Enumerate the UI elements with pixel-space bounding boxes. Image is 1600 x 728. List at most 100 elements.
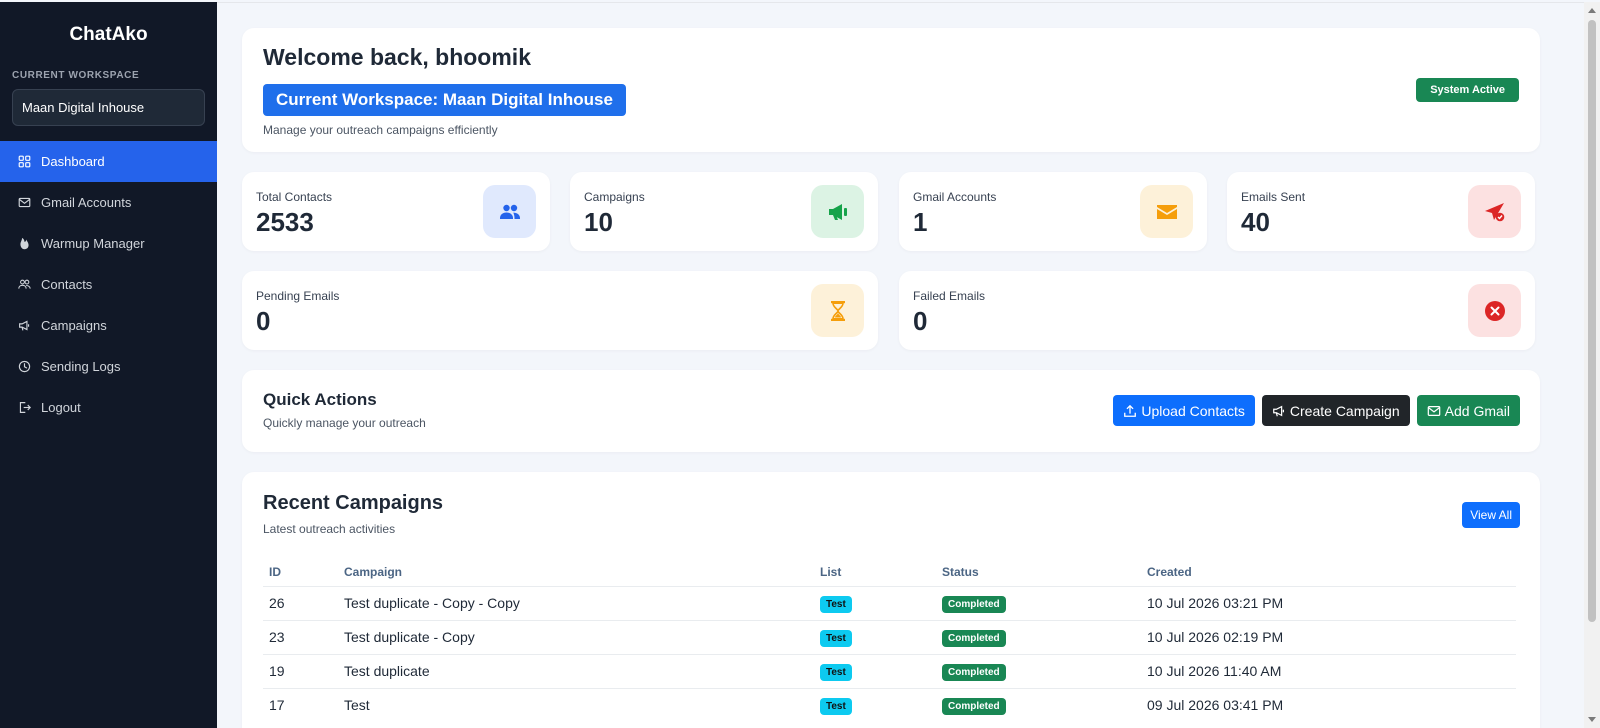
main-content: Welcome back, bhoomik Current Workspace:… — [217, 2, 1584, 728]
create-campaign-label: Create Campaign — [1289, 402, 1400, 419]
cell-created: 10 Jul 2026 03:21 PM — [1141, 585, 1516, 620]
sidebar-item-contacts[interactable]: Contacts — [0, 264, 217, 305]
view-all-button[interactable]: View All — [1462, 502, 1520, 528]
cell-list: Test — [814, 585, 936, 620]
status-badge: Completed — [942, 629, 1006, 647]
column-header-status: Status — [942, 564, 979, 579]
sidebar-item-campaigns[interactable]: Campaigns — [0, 305, 217, 346]
create-campaign-button[interactable]: Create Campaign — [1261, 395, 1410, 426]
sidebar-item-sending-logs[interactable]: Sending Logs — [0, 346, 217, 387]
brand-logo[interactable]: ChatAko — [0, 2, 217, 68]
megaphone-icon — [17, 318, 32, 333]
sidebar-item-warmup-manager[interactable]: Warmup Manager — [0, 223, 217, 264]
status-badge: Completed — [942, 663, 1006, 681]
sidebar-item-logout[interactable]: Logout — [0, 387, 217, 428]
clock-icon — [17, 359, 32, 374]
stat-card-total-contacts: Total Contacts 2533 — [242, 172, 550, 251]
sidebar-item-label: Warmup Manager — [41, 236, 145, 251]
cell-status: Completed — [936, 653, 1141, 688]
cell-campaign: Test duplicate - Copy - Copy — [338, 585, 814, 620]
list-badge: Test — [820, 595, 852, 613]
campaigns-table: ID Campaign List Status Created 26 Test … — [263, 558, 1516, 722]
sidebar-item-gmail-accounts[interactable]: Gmail Accounts — [0, 182, 217, 223]
megaphone-icon — [1272, 404, 1286, 418]
cell-status: Completed — [936, 619, 1141, 654]
table-header-row: ID Campaign List Status Created — [263, 558, 1516, 586]
status-badge: Completed — [942, 697, 1006, 715]
table-row[interactable]: 23 Test duplicate - Copy Test Completed … — [263, 619, 1516, 654]
stat-card-campaigns: Campaigns 10 — [570, 172, 878, 251]
scroll-down-arrow-icon[interactable] — [1584, 712, 1600, 728]
stat-label: Pending Emails — [256, 289, 340, 303]
cell-status: Completed — [936, 585, 1141, 620]
quick-actions-subtitle: Quickly manage your outreach — [263, 416, 426, 430]
hourglass-icon — [811, 284, 864, 337]
cell-created: 09 Jul 2026 03:41 PM — [1141, 687, 1516, 722]
stat-label: Emails Sent — [1241, 190, 1306, 204]
cell-id: 17 — [263, 687, 338, 722]
scroll-thumb[interactable] — [1588, 20, 1596, 622]
quick-actions-title: Quick Actions — [263, 390, 377, 409]
list-badge: Test — [820, 697, 852, 715]
stat-card-pending-emails: Pending Emails 0 — [242, 271, 878, 350]
column-header-id: ID — [269, 564, 281, 579]
people-icon — [483, 185, 536, 238]
workspace-label: CURRENT WORKSPACE — [12, 70, 140, 81]
stat-label: Gmail Accounts — [913, 190, 997, 204]
sidebar-item-label: Contacts — [41, 277, 93, 292]
sidebar-item-label: Dashboard — [41, 154, 105, 169]
table-row[interactable]: 17 Test Test Completed 09 Jul 2026 03:41… — [263, 687, 1516, 722]
send-check-icon — [1468, 185, 1521, 238]
sidebar-item-label: Campaigns — [41, 318, 107, 333]
sidebar-item-dashboard[interactable]: Dashboard — [0, 141, 217, 182]
logout-icon — [17, 400, 32, 415]
recent-campaigns-card: Recent Campaigns Latest outreach activit… — [242, 472, 1540, 728]
upload-contacts-button[interactable]: Upload Contacts — [1113, 395, 1255, 426]
scroll-up-arrow-icon[interactable] — [1584, 2, 1600, 18]
cell-created: 10 Jul 2026 11:40 AM — [1141, 653, 1516, 688]
stat-label: Total Contacts — [256, 190, 333, 204]
status-badge: Completed — [942, 595, 1006, 613]
stat-value: 0 — [256, 306, 271, 336]
grid-icon — [17, 154, 32, 169]
stat-card-emails-sent: Emails Sent 40 — [1227, 172, 1535, 251]
stat-label: Campaigns — [584, 190, 645, 204]
table-row[interactable]: 19 Test duplicate Test Completed 10 Jul … — [263, 653, 1516, 688]
sidebar-nav: Dashboard Gmail Accounts Warmup Manager … — [0, 141, 217, 428]
megaphone-icon — [811, 185, 864, 238]
people-icon — [17, 277, 32, 292]
x-circle-icon — [1468, 284, 1521, 337]
page-scrollbar[interactable] — [1584, 2, 1600, 728]
add-gmail-button[interactable]: Add Gmail — [1416, 395, 1520, 426]
cell-list: Test — [814, 619, 936, 654]
sidebar-item-label: Logout — [41, 400, 81, 415]
stat-value: 2533 — [256, 207, 314, 237]
envelope-icon — [1140, 185, 1193, 238]
welcome-subtitle: Manage your outreach campaigns efficient… — [263, 123, 498, 137]
column-header-created: Created — [1147, 564, 1192, 579]
cell-status: Completed — [936, 687, 1141, 722]
page-title: Welcome back, bhoomik — [263, 44, 531, 70]
table-row[interactable]: 26 Test duplicate - Copy - Copy Test Com… — [263, 585, 1516, 620]
cell-created: 10 Jul 2026 02:19 PM — [1141, 619, 1516, 654]
cell-id: 26 — [263, 585, 338, 620]
list-badge: Test — [820, 663, 852, 681]
cell-list: Test — [814, 653, 936, 688]
cell-campaign: Test duplicate - Copy — [338, 619, 814, 654]
envelope-icon — [17, 195, 32, 210]
cell-campaign: Test — [338, 687, 814, 722]
fire-icon — [17, 236, 32, 251]
workspace-banner: Current Workspace: Maan Digital Inhouse — [263, 84, 626, 116]
sidebar-item-label: Sending Logs — [41, 359, 121, 374]
envelope-plus-icon — [1427, 404, 1441, 418]
stat-label: Failed Emails — [913, 289, 986, 303]
upload-contacts-label: Upload Contacts — [1141, 402, 1245, 419]
stat-value: 0 — [913, 306, 928, 336]
cell-id: 19 — [263, 653, 338, 688]
stat-value: 10 — [584, 207, 613, 237]
welcome-card: Welcome back, bhoomik Current Workspace:… — [242, 28, 1540, 152]
workspace-selector[interactable]: Maan Digital Inhouse — [12, 89, 205, 126]
stat-value: 1 — [913, 207, 928, 237]
upload-icon — [1123, 404, 1137, 418]
sidebar-item-label: Gmail Accounts — [41, 195, 132, 210]
